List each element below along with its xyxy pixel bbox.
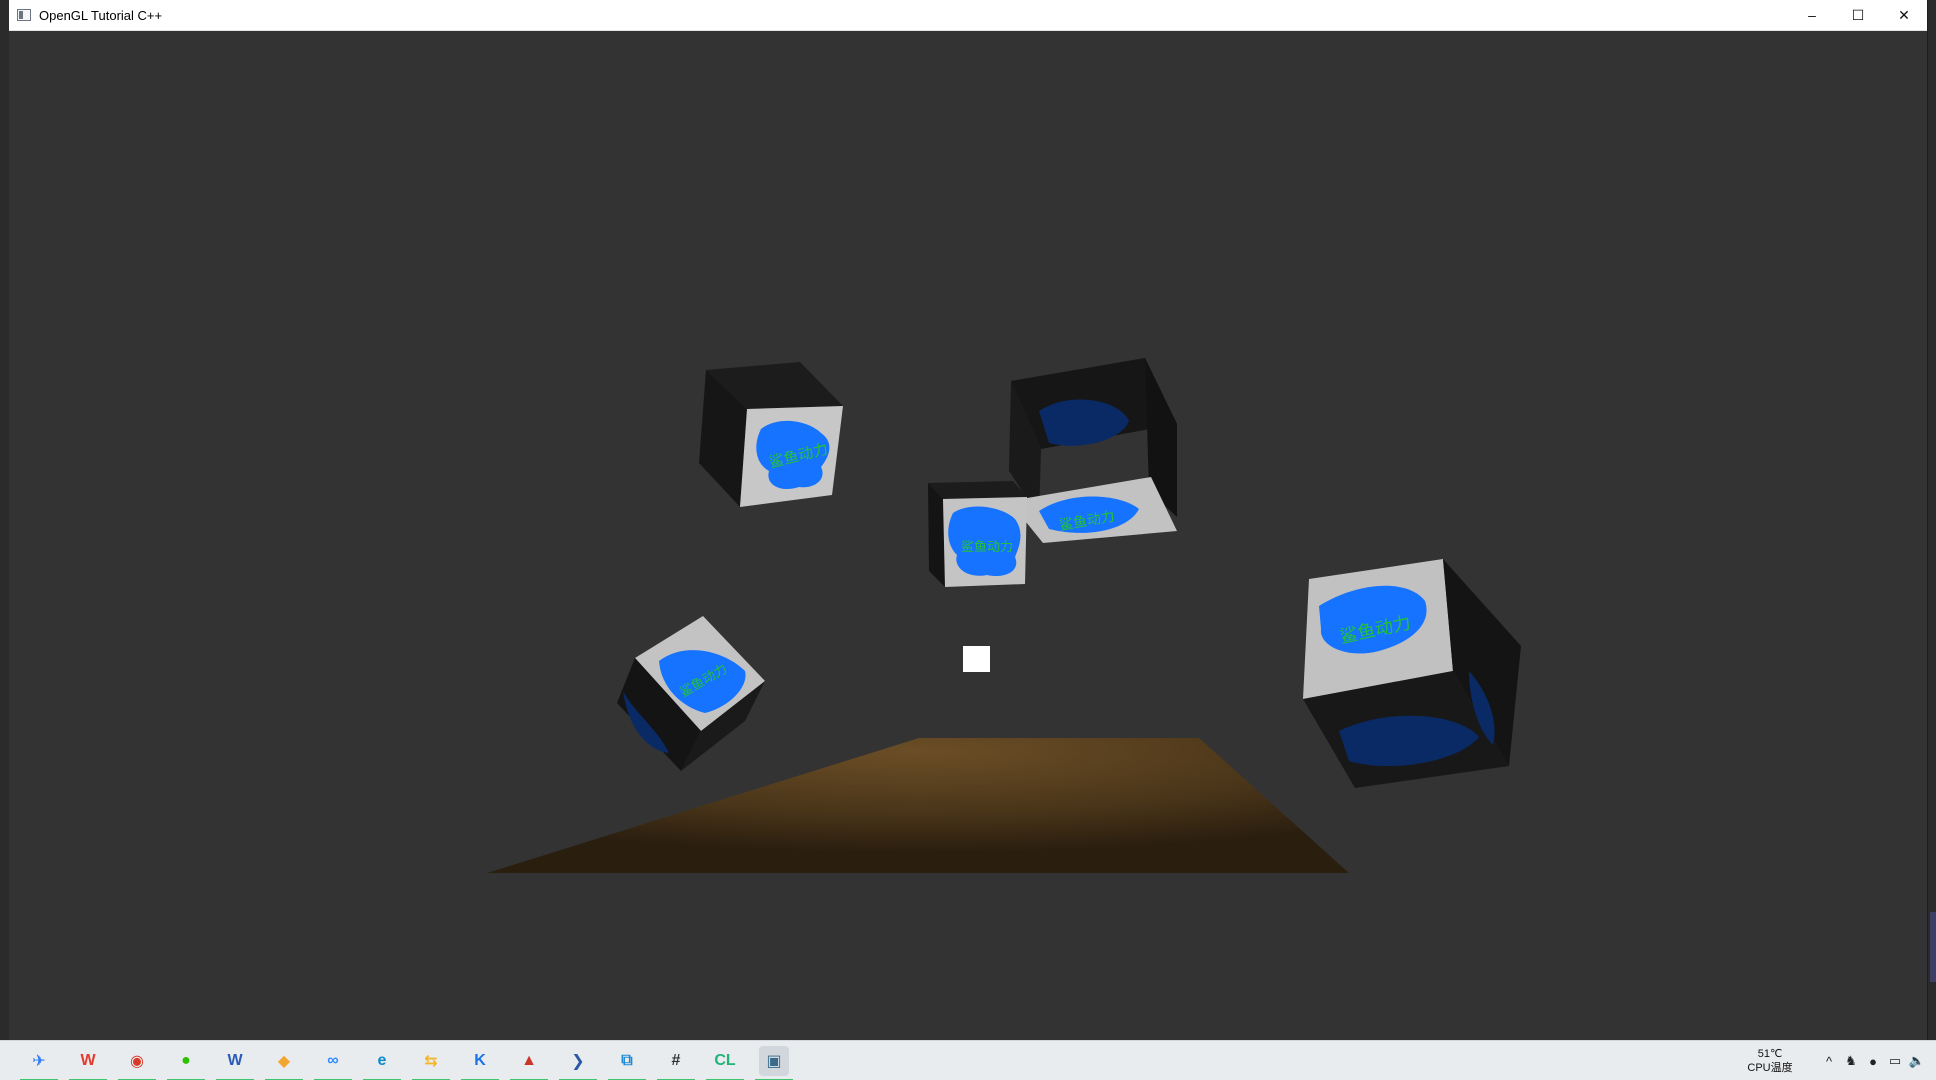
k-app-icon[interactable]: K [461, 1046, 499, 1080]
opengl-window: OpenGL Tutorial C++ – ☐ ✕ 鲨鱼动力 鲨鱼动力 鲨鱼动力… [9, 0, 1927, 1040]
word-icon[interactable]: W [216, 1046, 254, 1080]
vscode-icon[interactable]: ⧉ [608, 1046, 646, 1080]
close-button[interactable]: ✕ [1881, 0, 1927, 30]
background-editor-strip [0, 0, 9, 1040]
radeon-icon[interactable]: ◉ [118, 1046, 156, 1080]
background-right-strip [1928, 0, 1936, 1040]
taskbar: ✈ W ◉ ● W ◆ ∞ e ⇆ K ▲ ❯ ⧉ # CL ▣ 51℃ CPU温度 ^ ♞ ● ▭ 🔈 [0, 1040, 1936, 1080]
window-controls: – ☐ ✕ [1789, 0, 1927, 30]
hash-app-icon[interactable]: # [657, 1046, 695, 1080]
system-tray: 51℃ CPU温度 ^ ♞ ● ▭ 🔈 [1742, 1041, 1936, 1080]
gl-viewport[interactable]: 鲨鱼动力 鲨鱼动力 鲨鱼动力 鲨鱼动力 鲨鱼动力 [9, 31, 1927, 1040]
feishu-icon[interactable]: ✈ [20, 1046, 58, 1080]
cpu-temp-label: CPU温度 [1747, 1062, 1793, 1074]
edge-icon[interactable]: e [363, 1046, 401, 1080]
light-source-cube [963, 646, 990, 672]
chevron-up-icon[interactable]: ^ [1818, 1050, 1840, 1072]
title-bar[interactable]: OpenGL Tutorial C++ – ☐ ✕ [9, 0, 1927, 31]
powershell-icon[interactable]: ❯ [559, 1046, 597, 1080]
wps-icon[interactable]: W [69, 1046, 107, 1080]
clion-icon[interactable]: CL [706, 1046, 744, 1080]
window-title: OpenGL Tutorial C++ [39, 7, 163, 23]
opengl-window-icon[interactable]: ▣ [755, 1046, 793, 1080]
window-app-icon [17, 9, 31, 21]
sketch-icon[interactable]: ◆ [265, 1046, 303, 1080]
baidu-netdisk-icon[interactable]: ∞ [314, 1046, 352, 1080]
wechat-tray-icon[interactable]: ● [1862, 1050, 1884, 1072]
cube-label: 鲨鱼动力 [961, 539, 1013, 554]
cpu-temp-value: 51℃ [1757, 1048, 1783, 1060]
cpu-temperature-widget[interactable]: 51℃ CPU温度 [1742, 1047, 1798, 1075]
network-icon[interactable]: ▭ [1884, 1050, 1906, 1072]
textured-cube: 鲨鱼动力 [928, 481, 1027, 587]
wechat-icon[interactable]: ● [167, 1046, 205, 1080]
volume-icon[interactable]: 🔈 [1906, 1050, 1928, 1072]
game-icon[interactable]: ▲ [510, 1046, 548, 1080]
qq-icon[interactable]: ♞ [1840, 1050, 1862, 1072]
minimize-button[interactable]: – [1789, 0, 1835, 30]
maximize-button[interactable]: ☐ [1835, 0, 1881, 30]
flow-icon[interactable]: ⇆ [412, 1046, 450, 1080]
